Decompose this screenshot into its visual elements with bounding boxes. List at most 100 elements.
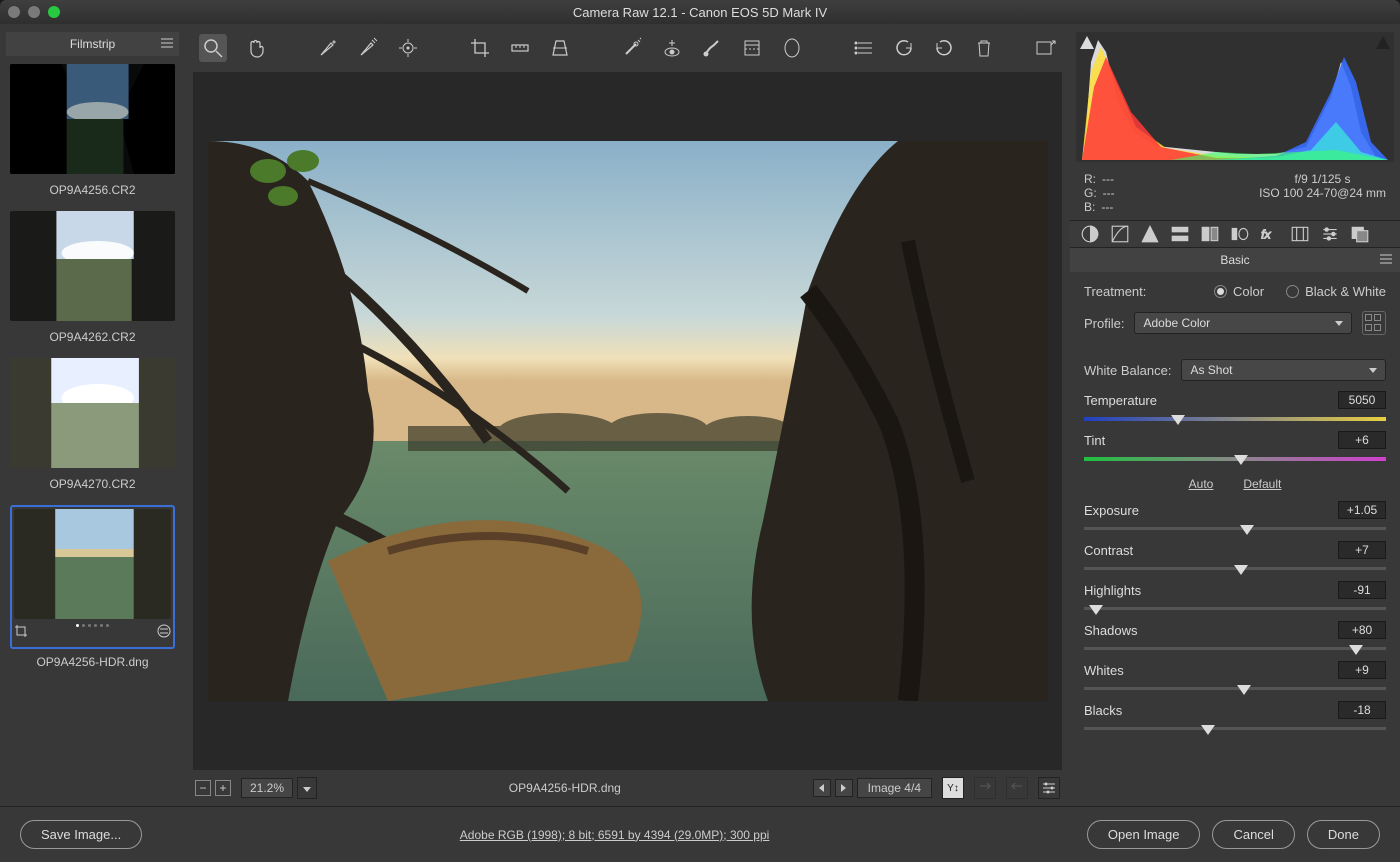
- white-balance-label: White Balance:: [1084, 363, 1171, 378]
- color-sampler-tool-icon[interactable]: [357, 37, 379, 59]
- footer: Save Image... Adobe RGB (1998); 8 bit; 6…: [0, 806, 1400, 862]
- redo-icon[interactable]: [933, 37, 955, 59]
- exposure-slider[interactable]: [1084, 523, 1386, 537]
- blacks-value[interactable]: -18: [1338, 701, 1386, 719]
- filmstrip-menu-icon[interactable]: [159, 35, 175, 54]
- temperature-value[interactable]: 5050: [1338, 391, 1386, 409]
- swap-button[interactable]: [974, 777, 996, 799]
- tab-presets-icon[interactable]: [1320, 224, 1340, 244]
- treatment-color-radio[interactable]: Color: [1214, 284, 1264, 299]
- whites-slider[interactable]: [1084, 683, 1386, 697]
- zoom-dropdown-button[interactable]: [297, 777, 317, 799]
- workflow-options-link[interactable]: Adobe RGB (1998); 8 bit; 6591 by 4394 (2…: [142, 828, 1087, 842]
- tab-snapshots-icon[interactable]: [1350, 224, 1370, 244]
- tab-curve-icon[interactable]: [1110, 224, 1130, 244]
- crop-tool-icon[interactable]: [469, 37, 491, 59]
- default-link[interactable]: Default: [1243, 477, 1281, 491]
- filmstrip-thumb-selected[interactable]: OP9A4256-HDR.dng: [10, 505, 175, 679]
- filmstrip-list: OP9A4256.CR2 OP9A4262.CR2 OP9A4270.CR2 O…: [0, 60, 185, 806]
- panel-menu-icon[interactable]: [1378, 251, 1394, 270]
- preview-image: [208, 141, 1048, 701]
- tab-fx-icon[interactable]: fx: [1260, 224, 1280, 244]
- toolbar: [185, 24, 1070, 72]
- exposure-value[interactable]: +1.05: [1338, 501, 1386, 519]
- panel-title: Basic: [1070, 248, 1400, 272]
- settings-icon[interactable]: [1038, 777, 1060, 799]
- status-bar: − + 21.2% OP9A4256-HDR.dng Image 4/4 Y↕: [185, 770, 1070, 806]
- next-image-button[interactable]: [835, 779, 853, 797]
- open-image-button[interactable]: Open Image: [1087, 820, 1201, 849]
- tab-calibration-icon[interactable]: [1290, 224, 1310, 244]
- shadows-slider[interactable]: [1084, 643, 1386, 657]
- straighten-tool-icon[interactable]: [509, 37, 531, 59]
- filmstrip-thumb[interactable]: OP9A4270.CR2: [10, 358, 175, 501]
- thumb-caption: OP9A4256-HDR.dng: [10, 649, 175, 679]
- window-title: Camera Raw 12.1 - Canon EOS 5D Mark IV: [0, 5, 1400, 20]
- hand-tool-icon[interactable]: [245, 37, 267, 59]
- basic-panel: Treatment: Color Black & White Profile: …: [1070, 272, 1400, 806]
- shadows-value[interactable]: +80: [1338, 621, 1386, 639]
- undo-icon[interactable]: [893, 37, 915, 59]
- auto-link[interactable]: Auto: [1189, 477, 1214, 491]
- zoom-level-select[interactable]: 21.2%: [241, 778, 293, 798]
- adjustment-brush-tool-icon[interactable]: [701, 37, 723, 59]
- shadow-clip-warning-icon[interactable]: [1078, 34, 1096, 52]
- highlight-clip-warning-icon[interactable]: [1374, 34, 1392, 52]
- redeye-tool-icon[interactable]: [661, 37, 683, 59]
- zoom-in-button[interactable]: +: [215, 780, 231, 796]
- radial-filter-tool-icon[interactable]: [781, 37, 803, 59]
- targeted-adjustment-tool-icon[interactable]: [397, 37, 419, 59]
- image-counter: Image 4/4: [857, 778, 932, 798]
- whites-label: Whites: [1084, 663, 1124, 678]
- spot-removal-tool-icon[interactable]: [621, 37, 643, 59]
- highlights-slider[interactable]: [1084, 603, 1386, 617]
- save-image-button[interactable]: Save Image...: [20, 820, 142, 849]
- presets-icon[interactable]: [853, 37, 875, 59]
- thumb-caption: OP9A4270.CR2: [10, 471, 175, 501]
- blacks-label: Blacks: [1084, 703, 1122, 718]
- temperature-label: Temperature: [1084, 393, 1157, 408]
- zoom-out-button[interactable]: −: [195, 780, 211, 796]
- white-balance-select[interactable]: As Shot: [1181, 359, 1386, 381]
- thumb-caption: OP9A4256.CR2: [10, 177, 175, 207]
- tab-basic-icon[interactable]: [1080, 224, 1100, 244]
- thumb-caption: OP9A4262.CR2: [10, 324, 175, 354]
- graduated-filter-tool-icon[interactable]: [741, 37, 763, 59]
- cancel-button[interactable]: Cancel: [1212, 820, 1294, 849]
- tab-split-icon[interactable]: [1200, 224, 1220, 244]
- treatment-label: Treatment:: [1084, 284, 1146, 299]
- transform-tool-icon[interactable]: [549, 37, 571, 59]
- temperature-slider[interactable]: [1084, 413, 1386, 427]
- tint-slider[interactable]: [1084, 453, 1386, 467]
- tab-lens-icon[interactable]: [1230, 224, 1250, 244]
- filmstrip-thumb[interactable]: OP9A4262.CR2: [10, 211, 175, 354]
- filmstrip-label: Filmstrip: [70, 37, 115, 51]
- zoom-tool-icon[interactable]: [199, 34, 227, 62]
- before-after-button[interactable]: Y↕: [942, 777, 964, 799]
- done-button[interactable]: Done: [1307, 820, 1380, 849]
- profile-browser-icon[interactable]: [1362, 311, 1386, 335]
- exif-line-2: ISO 100 24-70@24 mm: [1259, 186, 1386, 200]
- settings-badge-icon: [157, 624, 171, 641]
- exposure-label: Exposure: [1084, 503, 1139, 518]
- treatment-bw-radio[interactable]: Black & White: [1286, 284, 1386, 299]
- preview-area[interactable]: [193, 72, 1062, 770]
- filmstrip-thumb[interactable]: OP9A4256.CR2: [10, 64, 175, 207]
- blacks-slider[interactable]: [1084, 723, 1386, 737]
- fullscreen-icon[interactable]: [1034, 37, 1056, 59]
- whites-value[interactable]: +9: [1338, 661, 1386, 679]
- profile-select[interactable]: Adobe Color: [1134, 312, 1352, 334]
- tab-detail-icon[interactable]: [1140, 224, 1160, 244]
- histogram[interactable]: [1076, 32, 1394, 162]
- exif-line-1: f/9 1/125 s: [1259, 172, 1386, 186]
- white-balance-tool-icon[interactable]: [317, 37, 339, 59]
- trash-icon[interactable]: [973, 37, 995, 59]
- contrast-value[interactable]: +7: [1338, 541, 1386, 559]
- tab-hsl-icon[interactable]: [1170, 224, 1190, 244]
- prev-image-button[interactable]: [813, 779, 831, 797]
- tint-value[interactable]: +6: [1338, 431, 1386, 449]
- contrast-slider[interactable]: [1084, 563, 1386, 577]
- shadows-label: Shadows: [1084, 623, 1137, 638]
- highlights-value[interactable]: -91: [1338, 581, 1386, 599]
- copy-button[interactable]: [1006, 777, 1028, 799]
